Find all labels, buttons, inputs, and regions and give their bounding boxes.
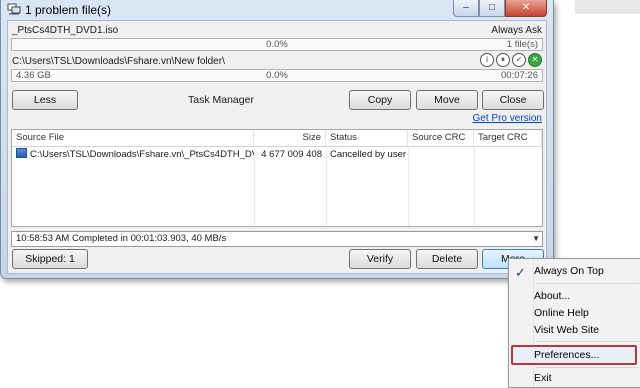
cell-source-file: C:\Users\TSL\Downloads\Fshare.vn\_PtsCs4… — [12, 147, 254, 163]
cell-size: 4 677 009 408 — [261, 149, 322, 160]
file-progress-percent: 0.0% — [266, 39, 288, 50]
col-source-file[interactable]: Source File — [12, 130, 254, 146]
more-context-menu: ✓ Always On Top About... Online Help Vis… — [508, 258, 640, 388]
delete-button[interactable]: Delete — [416, 249, 478, 269]
title-bar[interactable]: 1 problem file(s) ‒ □ ✕ — [1, 0, 553, 20]
time-remaining: 00:07:26 — [501, 70, 538, 81]
col-source-crc[interactable]: Source CRC — [408, 130, 474, 146]
window-controls: ‒ □ ✕ — [453, 0, 547, 17]
col-target-crc[interactable]: Target CRC — [474, 130, 542, 146]
table-header: Source File Size Status Source CRC Targe… — [12, 130, 542, 147]
cell-target-crc — [474, 147, 542, 163]
close-button[interactable]: Close — [482, 90, 544, 110]
menu-separator — [536, 367, 639, 368]
window-client-area: _PtsCs4DTH_DVD1.iso Always Ask 0.0% 1 fi… — [7, 20, 547, 274]
background-page — [575, 0, 640, 14]
menu-item-preferences[interactable]: Preferences... — [534, 349, 599, 361]
copy-button[interactable]: Copy — [349, 90, 411, 110]
go-icon[interactable]: ✕ — [528, 53, 542, 67]
current-file-name: _PtsCs4DTH_DVD1.iso — [12, 25, 119, 36]
file-count: 1 file(s) — [506, 39, 538, 50]
window-title: 1 problem file(s) — [25, 3, 112, 17]
minimize-button[interactable]: ‒ — [453, 0, 479, 17]
source-path: C:\Users\TSL\Downloads\Fshare.vn\_PtsCs4… — [30, 149, 254, 160]
chevron-down-icon: ▼ — [532, 234, 540, 243]
maximize-button[interactable]: □ — [479, 0, 505, 17]
col-status[interactable]: Status — [326, 130, 408, 146]
move-button[interactable]: Move — [416, 90, 478, 110]
cell-status: Cancelled by user — [330, 149, 407, 160]
menu-item-always-on-top[interactable]: Always On Top — [534, 265, 604, 277]
file-progress-bar: 0.0% 1 file(s) — [11, 38, 543, 51]
menu-item-exit[interactable]: Exit — [534, 372, 552, 384]
menu-item-visit-web-site[interactable]: Visit Web Site — [534, 324, 599, 336]
close-window-button[interactable]: ✕ — [505, 0, 547, 17]
copy-progress-window: 1 problem file(s) ‒ □ ✕ _PtsCs4DTH_DVD1.… — [0, 0, 554, 279]
status-text: 10:58:53 AM Completed in 00:01:03.903, 4… — [16, 233, 227, 244]
task-manager-label: Task Manager — [188, 94, 254, 106]
cell-source-crc — [408, 147, 474, 163]
menu-separator — [536, 283, 639, 284]
file-table: Source File Size Status Source CRC Targe… — [11, 129, 543, 227]
checkmark-icon: ✓ — [515, 265, 526, 280]
check-icon[interactable]: ✓ — [512, 53, 526, 67]
destination-path: C:\Users\TSL\Downloads\Fshare.vn\New fol… — [12, 56, 225, 67]
less-button[interactable]: Less — [12, 90, 78, 110]
overwrite-mode[interactable]: Always Ask — [491, 25, 542, 36]
skipped-button[interactable]: Skipped: 1 — [12, 249, 88, 269]
get-pro-link[interactable]: Get Pro version — [473, 113, 542, 124]
total-progress-percent: 0.0% — [266, 70, 288, 81]
status-log-dropdown[interactable]: 10:58:53 AM Completed in 00:01:03.903, 4… — [11, 231, 543, 247]
total-progress-bar: 4.36 GB 0.0% 00:07:26 — [11, 69, 543, 82]
col-size[interactable]: Size — [254, 130, 326, 146]
pause-icon[interactable]: ⏸ — [496, 53, 510, 67]
menu-item-online-help[interactable]: Online Help — [534, 307, 589, 319]
info-icon[interactable]: i — [480, 53, 494, 67]
menu-separator — [536, 341, 639, 342]
copy-app-icon — [7, 3, 21, 15]
verify-button[interactable]: Verify — [349, 249, 411, 269]
table-row[interactable]: C:\Users\TSL\Downloads\Fshare.vn\_PtsCs4… — [12, 147, 542, 163]
iso-file-icon — [16, 148, 27, 158]
menu-item-about[interactable]: About... — [534, 290, 570, 302]
